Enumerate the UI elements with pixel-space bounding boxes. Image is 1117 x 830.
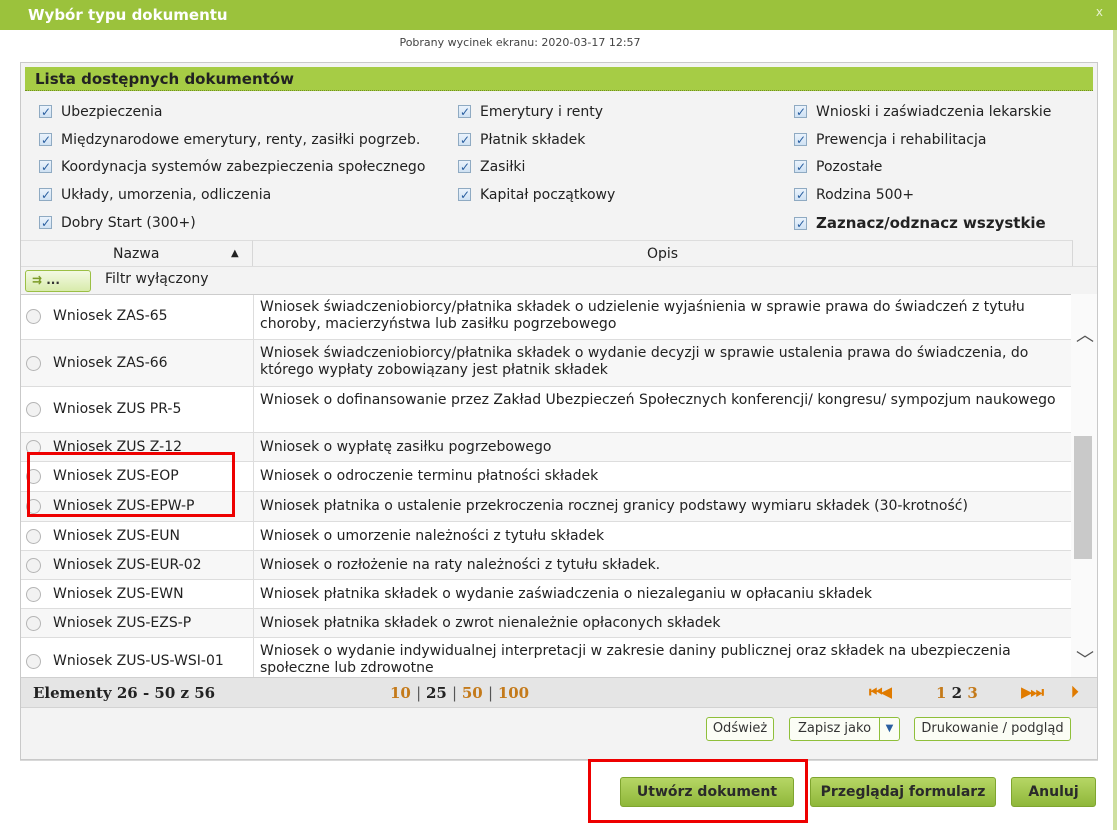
category-ubezpieczenia[interactable]: Ubezpieczenia xyxy=(39,101,163,123)
checkbox-checked-icon[interactable] xyxy=(39,101,52,123)
radio-icon[interactable] xyxy=(26,616,41,631)
checkbox-checked-icon[interactable] xyxy=(39,212,52,234)
column-header-name[interactable]: Nazwa ▲ xyxy=(21,240,253,266)
checkbox-checked-icon[interactable] xyxy=(794,156,807,178)
cancel-button[interactable]: Anuluj xyxy=(1011,777,1096,807)
radio-icon[interactable] xyxy=(26,499,41,514)
table-row[interactable]: Wniosek ZAS-65 Wniosek świadczeniobiorcy… xyxy=(21,295,1071,340)
category-koordynacja[interactable]: Koordynacja systemów zabezpieczenia społ… xyxy=(39,156,425,178)
table-actions: Odśwież Zapisz jako ▼ Drukowanie / podgl… xyxy=(21,707,1097,747)
filter-button[interactable]: ⇉ ... xyxy=(25,270,91,292)
table-row[interactable]: Wniosek ZUS-EPW-P Wniosek płatnika o ust… xyxy=(21,492,1071,522)
category-pozostale[interactable]: Pozostałe xyxy=(794,156,882,178)
radio-icon[interactable] xyxy=(26,402,41,417)
checkbox-checked-icon[interactable] xyxy=(458,184,471,206)
page-size-option-current[interactable]: 25 xyxy=(426,684,447,702)
checkbox-checked-icon[interactable] xyxy=(794,184,807,206)
checkbox-checked-icon[interactable] xyxy=(794,129,807,151)
category-miedzynarodowe[interactable]: Międzynarodowe emerytury, renty, zasiłki… xyxy=(39,129,420,151)
checkbox-checked-icon[interactable] xyxy=(458,156,471,178)
table-row[interactable]: Wniosek ZUS-EOP Wniosek o odroczenie ter… xyxy=(21,462,1071,492)
scrollbar-thumb[interactable] xyxy=(1074,436,1092,559)
checkbox-checked-icon[interactable] xyxy=(39,184,52,206)
filter-icon: ⇉ xyxy=(32,273,43,287)
checkbox-checked-icon[interactable] xyxy=(458,101,471,123)
browse-form-button[interactable]: Przeglądaj formularz xyxy=(810,777,996,807)
sort-ascending-icon: ▲ xyxy=(231,248,239,259)
page-numbers: 1 2 3 xyxy=(936,684,978,702)
divider xyxy=(20,760,1098,761)
close-icon[interactable]: x xyxy=(1096,5,1103,19)
category-wnioski-lekarskie[interactable]: Wnioski i zaświadczenia lekarskie xyxy=(794,101,1051,123)
page-size-option[interactable]: 10 xyxy=(390,684,411,702)
checkbox-checked-icon[interactable] xyxy=(458,129,471,151)
category-kapital[interactable]: Kapitał początkowy xyxy=(458,184,615,206)
documents-panel: Lista dostępnych dokumentów Ubezpieczeni… xyxy=(20,62,1098,760)
chevron-down-icon[interactable]: ▼ xyxy=(879,718,899,740)
page-size-option[interactable]: 100 xyxy=(498,684,529,702)
radio-icon[interactable] xyxy=(26,440,41,455)
radio-icon[interactable] xyxy=(26,529,41,544)
refresh-button[interactable]: Odśwież xyxy=(706,717,774,741)
page-size-selector: 10 | 25 | 50 | 100 xyxy=(390,684,530,702)
table-row[interactable]: Wniosek ZUS-EUN Wniosek o umorzenie nale… xyxy=(21,522,1071,551)
chevron-up-icon[interactable]: ︿ xyxy=(1076,321,1094,347)
radio-icon[interactable] xyxy=(26,309,41,324)
table-row[interactable]: Wniosek ZUS-EZS-P Wniosek płatnika skład… xyxy=(21,609,1071,638)
pager-count: Elementy 26 - 50 z 56 xyxy=(33,684,216,702)
page-link[interactable]: 1 xyxy=(936,684,946,702)
screenshot-caption: Pobrany wycinek ekranu: 2020-03-17 12:57 xyxy=(399,36,641,49)
first-page-icon[interactable]: ⏮◀ xyxy=(869,683,892,701)
create-document-button[interactable]: Utwórz dokument xyxy=(620,777,794,807)
radio-icon[interactable] xyxy=(26,654,41,669)
checkbox-checked-icon[interactable] xyxy=(794,213,807,235)
table-row[interactable]: Wniosek ZUS-EUR-02 Wniosek o rozłożenie … xyxy=(21,551,1071,580)
window-edge xyxy=(1113,30,1117,830)
filter-status: Filtr wyłączony xyxy=(105,271,209,287)
chevron-down-icon[interactable]: ﹀ xyxy=(1076,646,1094,672)
print-preview-button[interactable]: Drukowanie / podgląd xyxy=(914,717,1071,741)
checkbox-checked-icon[interactable] xyxy=(794,101,807,123)
category-rodzina[interactable]: Rodzina 500+ xyxy=(794,184,914,206)
category-emerytury[interactable]: Emerytury i renty xyxy=(458,101,603,123)
category-dobry-start[interactable]: Dobry Start (300+) xyxy=(39,212,196,234)
category-prewencja[interactable]: Prewencja i rehabilitacja xyxy=(794,129,986,151)
pager: Elementy 26 - 50 z 56 10 | 25 | 50 | 100… xyxy=(21,677,1097,707)
radio-icon[interactable] xyxy=(26,356,41,371)
column-header-description[interactable]: Opis xyxy=(253,240,1073,266)
page-link-current[interactable]: 2 xyxy=(952,684,962,702)
window-titlebar: Wybór typu dokumentu x xyxy=(0,0,1117,30)
checkbox-checked-icon[interactable] xyxy=(39,129,52,151)
toggle-all-categories[interactable]: Zaznacz/odznacz wszystkie xyxy=(794,212,1046,235)
window-title: Wybór typu dokumentu xyxy=(28,6,228,24)
radio-icon[interactable] xyxy=(26,558,41,573)
category-uklady[interactable]: Układy, umorzenia, odliczenia xyxy=(39,184,271,206)
filter-row: ⇉ ... Filtr wyłączony xyxy=(21,266,1097,294)
table-row[interactable]: Wniosek ZAS-66 Wniosek świadczeniobiorcy… xyxy=(21,340,1071,387)
radio-icon[interactable] xyxy=(26,587,41,602)
table-row[interactable]: Wniosek ZUS-EWN Wniosek płatnika składek… xyxy=(21,580,1071,609)
end-page-icon[interactable]: ⏵ xyxy=(1071,683,1078,701)
category-platnik[interactable]: Płatnik składek xyxy=(458,129,585,151)
vertical-scrollbar[interactable]: ︿ ﹀ xyxy=(1071,294,1097,677)
category-zasilki[interactable]: Zasiłki xyxy=(458,156,525,178)
table-row[interactable]: Wniosek ZUS-US-WSI-01 Wniosek o wydanie … xyxy=(21,638,1071,677)
checkbox-checked-icon[interactable] xyxy=(39,156,52,178)
radio-icon[interactable] xyxy=(26,469,41,484)
page-link[interactable]: 3 xyxy=(967,684,977,702)
table-row[interactable]: Wniosek ZUS Z-12 Wniosek o wypłatę zasił… xyxy=(21,433,1071,462)
panel-title: Lista dostępnych dokumentów xyxy=(25,67,1093,91)
table-row[interactable]: Wniosek ZUS PR-5 Wniosek o dofinansowani… xyxy=(21,387,1071,433)
page-size-option[interactable]: 50 xyxy=(462,684,483,702)
documents-table: Wniosek ZAS-65 Wniosek świadczeniobiorcy… xyxy=(21,294,1071,677)
save-as-button[interactable]: Zapisz jako ▼ xyxy=(789,717,900,741)
last-page-icon[interactable]: ▶⏭ xyxy=(1021,683,1044,701)
